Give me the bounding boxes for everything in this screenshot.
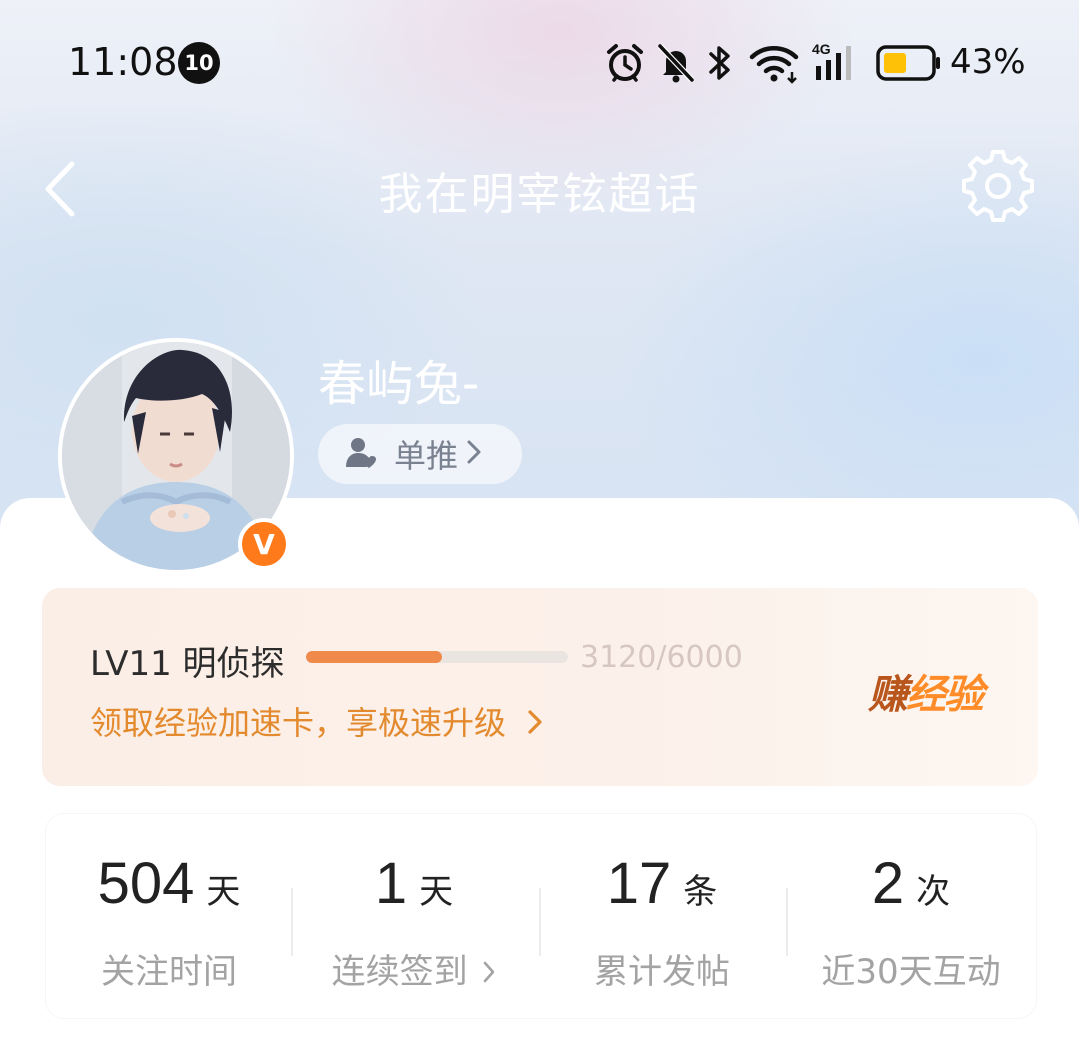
earn-exp-first-char: 赚 bbox=[868, 672, 908, 718]
page-title: 我在明宰铉超话 bbox=[378, 169, 701, 220]
level-progress-bar bbox=[306, 651, 568, 663]
earn-exp-rest: 经验 bbox=[906, 672, 984, 718]
chevron-right-icon bbox=[484, 961, 495, 983]
speedup-card-link[interactable]: 领取经验加速卡，享极速升级 bbox=[90, 698, 544, 744]
wifi-icon bbox=[748, 42, 800, 88]
stat-unit: 天 bbox=[206, 872, 241, 912]
battery-icon bbox=[876, 44, 942, 86]
stat-unit: 条 bbox=[683, 872, 718, 912]
level-label: LV11 明侦探 bbox=[90, 644, 285, 684]
chevron-right-icon bbox=[528, 710, 542, 734]
earn-experience-button[interactable]: 赚经验 bbox=[868, 662, 984, 720]
username: 春屿兔- bbox=[318, 356, 480, 412]
stat-label: 累计发帖 bbox=[594, 952, 730, 992]
network-type-label: 4G bbox=[812, 41, 831, 57]
mute-bell-icon bbox=[656, 42, 696, 88]
verified-v-badge: V bbox=[238, 518, 290, 570]
fan-tag-button[interactable]: 单推 bbox=[318, 424, 522, 484]
level-progress-text: 3120/6000 bbox=[580, 640, 743, 675]
stat-30day-interactions: 2次 近30天互动 bbox=[786, 850, 1036, 992]
stat-value: 2 bbox=[871, 851, 905, 916]
stat-unit: 次 bbox=[916, 872, 951, 912]
stat-label-with-chevron: 连续签到 bbox=[289, 944, 539, 993]
chevron-right-icon bbox=[466, 439, 482, 469]
stat-label: 近30天互动 bbox=[821, 952, 1001, 992]
stat-value: 1 bbox=[374, 851, 408, 916]
stat-checkin-streak[interactable]: 1天 连续签到 bbox=[289, 850, 539, 992]
stat-label: 连续签到 bbox=[331, 952, 468, 992]
cellular-signal-icon: 4G bbox=[812, 40, 860, 88]
status-bar: 11:08 10 4G 43% bbox=[0, 0, 1079, 120]
alarm-icon bbox=[604, 42, 646, 88]
status-time: 11:08 bbox=[68, 40, 178, 84]
level-progress-fill bbox=[306, 651, 443, 663]
bluetooth-icon bbox=[706, 42, 734, 88]
stat-value: 17 bbox=[606, 851, 672, 916]
notification-count-badge: 10 bbox=[178, 42, 220, 84]
speedup-card-text: 领取经验加速卡，享极速升级 bbox=[90, 704, 507, 742]
stat-value: 504 bbox=[97, 851, 195, 916]
stat-unit: 天 bbox=[419, 872, 454, 912]
settings-gear-icon[interactable] bbox=[962, 150, 1034, 226]
stat-follow-days: 504 天 关注时间 bbox=[44, 850, 294, 992]
user-heart-icon bbox=[344, 435, 378, 473]
fan-tag-label: 单推 bbox=[394, 437, 459, 475]
stat-total-posts: 17 条 累计发帖 bbox=[537, 850, 787, 992]
stat-label: 关注时间 bbox=[101, 952, 237, 992]
battery-percent: 43% bbox=[950, 42, 1026, 82]
